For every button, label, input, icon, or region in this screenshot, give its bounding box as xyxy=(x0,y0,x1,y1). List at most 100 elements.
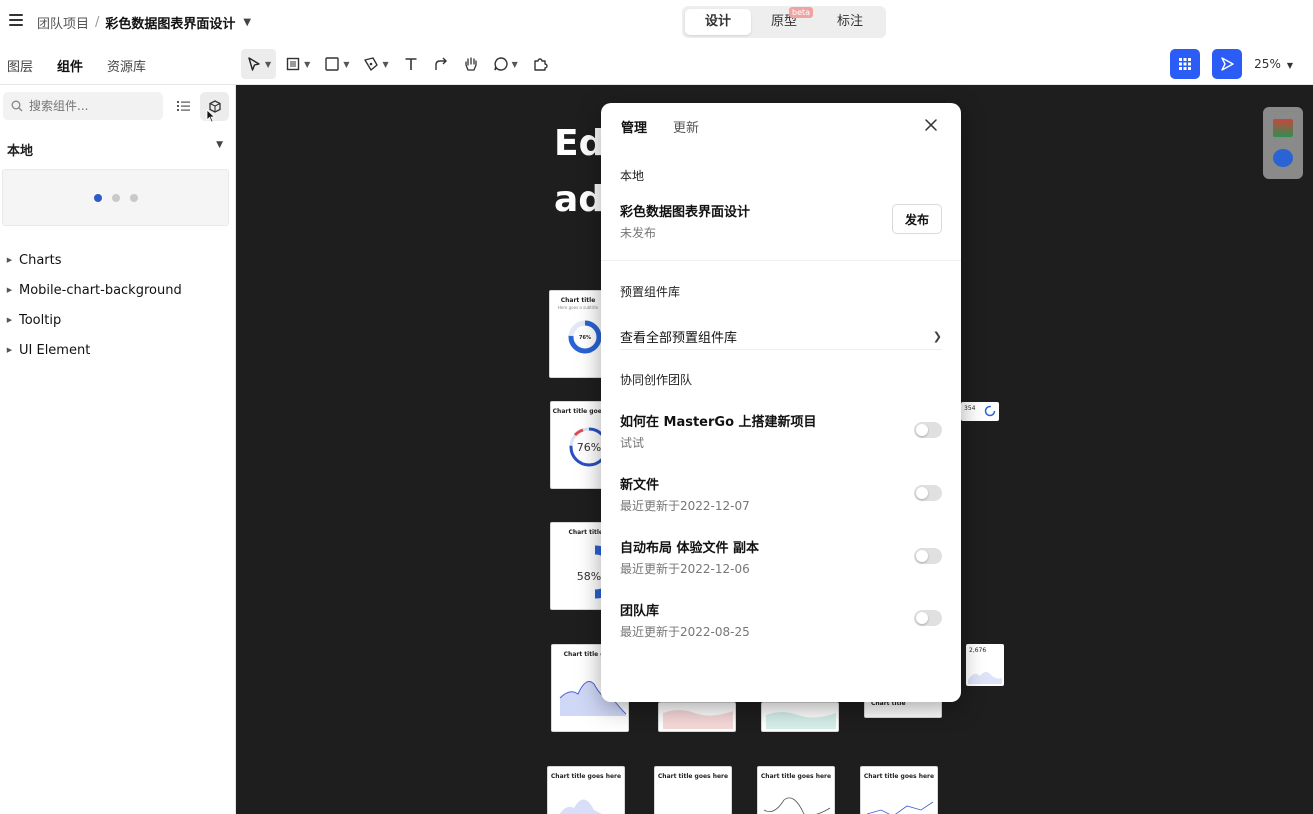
team-library-title: 自动布局 体验文件 副本 xyxy=(620,541,760,556)
team-library-toggle[interactable] xyxy=(914,548,942,564)
search-box[interactable] xyxy=(3,92,163,120)
hand-icon xyxy=(464,57,477,71)
chart-thumbnail[interactable]: Chart title goes 76% xyxy=(550,401,608,489)
close-icon[interactable] xyxy=(923,117,939,133)
view-all-presets-link[interactable]: 查看全部预置组件库 ❯ xyxy=(620,325,942,347)
modal-tabs: 管理 更新 xyxy=(621,117,699,136)
loading-indicator xyxy=(2,169,229,226)
connector-tool[interactable] xyxy=(428,49,454,79)
tab-manage[interactable]: 管理 xyxy=(621,117,647,136)
local-file-status: 未发布 xyxy=(620,226,657,240)
caret-right-icon: ▶ xyxy=(6,316,13,324)
team-library-title: 新文件 xyxy=(620,478,660,493)
hand-tool[interactable] xyxy=(458,49,484,79)
rectangle-tool[interactable]: ▼ xyxy=(319,49,354,79)
text-tool[interactable] xyxy=(398,49,424,79)
file-name[interactable]: 彩色数据图表界面设计 xyxy=(105,13,235,32)
canvas-heading-line: Ed xyxy=(554,123,605,164)
line-chart xyxy=(866,801,934,814)
play-icon xyxy=(1221,57,1234,71)
toolbar: 图层 组件 资源库 ▼ ▼ ▼ ▼ ▼ 25% ▼ xyxy=(0,44,1313,85)
thumbnail-title: Chart title goes here xyxy=(760,773,832,780)
chart-thumbnail[interactable]: Chart title goes here xyxy=(654,766,732,814)
search-icon xyxy=(11,100,23,112)
component-group-tooltip[interactable]: ▶ Tooltip xyxy=(0,305,236,335)
chart-thumbnail[interactable] xyxy=(658,702,736,732)
component-group-charts[interactable]: ▶ Charts xyxy=(0,245,236,275)
caret-right-icon: ▶ xyxy=(6,256,13,264)
component-group-mobile-chart-background[interactable]: ▶ Mobile-chart-background xyxy=(0,275,236,305)
group-label: Mobile-chart-background xyxy=(19,282,182,298)
thumbnail-title: Chart title xyxy=(560,297,596,304)
tab-annotate-label: 标注 xyxy=(836,14,863,29)
group-label: UI Element xyxy=(19,342,91,358)
stat-value: 2,676 xyxy=(969,647,987,654)
pen-tool[interactable]: ▼ xyxy=(358,49,393,79)
view-all-presets-label: 查看全部预置组件库 xyxy=(620,330,738,346)
zoom-control[interactable]: 25% ▼ xyxy=(1242,57,1313,71)
team-library-sub: 最近更新于2022-12-07 xyxy=(620,499,750,513)
chevron-down-icon: ▼ xyxy=(343,59,350,69)
thumbnail-title: Chart title goes xyxy=(552,408,606,415)
breadcrumb-team[interactable]: 团队项目 xyxy=(37,13,89,32)
zoom-level: 25% xyxy=(1254,57,1281,71)
stat-value: 354 xyxy=(964,405,976,412)
component-group-ui-element[interactable]: ▶ UI Element xyxy=(0,335,236,365)
line-chart xyxy=(763,797,831,814)
thumbnail-title: Chart title goes here xyxy=(863,773,935,780)
caret-right-icon: ▶ xyxy=(6,346,13,354)
tab-updates[interactable]: 更新 xyxy=(673,117,699,136)
chart-thumbnail[interactable]: Chart title 58% xyxy=(550,522,608,610)
breadcrumb-separator: / xyxy=(95,15,100,30)
stat-mini-card[interactable]: 354 xyxy=(961,402,999,421)
donut-chart: 76% xyxy=(568,320,602,354)
chart-thumbnail[interactable]: Chart title goes here xyxy=(757,766,835,814)
tab-components[interactable]: 组件 xyxy=(57,56,83,75)
comment-tool[interactable]: ▼ xyxy=(488,49,523,79)
publish-button[interactable]: 发布 xyxy=(892,204,942,234)
plugin-icon[interactable] xyxy=(1273,119,1293,137)
rectangle-icon xyxy=(325,57,340,71)
chevron-right-icon: ❯ xyxy=(932,329,942,343)
right-tools: 25% ▼ xyxy=(1170,49,1313,79)
move-tool[interactable]: ▼ xyxy=(241,49,277,79)
tab-layers[interactable]: 图层 xyxy=(7,56,33,75)
layers-icon[interactable] xyxy=(1273,149,1293,167)
present-button[interactable] xyxy=(1212,49,1243,79)
chart-thumbnail[interactable]: Chart title Here goes a subtitle 76% xyxy=(549,290,607,378)
donut-value: 76% xyxy=(579,335,591,341)
divider xyxy=(620,349,942,350)
frame-tool[interactable]: ▼ xyxy=(280,49,315,79)
stat-mini-card[interactable]: 2,676 xyxy=(966,644,1004,686)
tab-assets[interactable]: 资源库 xyxy=(107,56,146,75)
team-library-toggle[interactable] xyxy=(914,422,942,438)
local-section-label: 本地 xyxy=(620,169,645,183)
chart-thumbnail[interactable]: Chart title goes here xyxy=(547,766,625,814)
apps-button[interactable] xyxy=(1170,49,1201,79)
tab-design[interactable]: 设计 xyxy=(685,9,751,35)
tab-annotate[interactable]: 标注 xyxy=(817,9,883,35)
list-view-icon[interactable] xyxy=(173,97,193,115)
chevron-down-icon[interactable]: ▼ xyxy=(243,17,251,28)
area-chart xyxy=(663,710,733,729)
donut-chart: 76% xyxy=(569,427,607,467)
donut-chart: 58% xyxy=(577,545,607,599)
tab-prototype[interactable]: 原型 beta xyxy=(751,7,817,35)
chart-thumbnail[interactable] xyxy=(761,702,839,732)
loading-dot xyxy=(111,193,120,202)
chevron-down-icon: ▼ xyxy=(304,59,311,69)
team-library-sub: 最近更新于2022-08-25 xyxy=(620,625,750,639)
local-section-header[interactable]: 本地 ▼ xyxy=(7,140,223,159)
team-library-toggle[interactable] xyxy=(914,485,942,501)
preset-section-label: 预置组件库 xyxy=(620,285,681,299)
divider xyxy=(601,260,961,261)
plugin-tool[interactable] xyxy=(527,49,553,79)
team-library-toggle[interactable] xyxy=(914,610,942,626)
chart-thumbnail[interactable]: Chart title goes here xyxy=(860,766,938,814)
thumbnail-title: Chart title goes here xyxy=(550,773,622,780)
panel-tabs: 图层 组件 资源库 xyxy=(7,56,146,75)
pen-icon xyxy=(364,57,379,71)
connector-icon xyxy=(434,57,447,70)
menu-icon[interactable] xyxy=(9,14,23,26)
search-input[interactable] xyxy=(29,99,149,113)
